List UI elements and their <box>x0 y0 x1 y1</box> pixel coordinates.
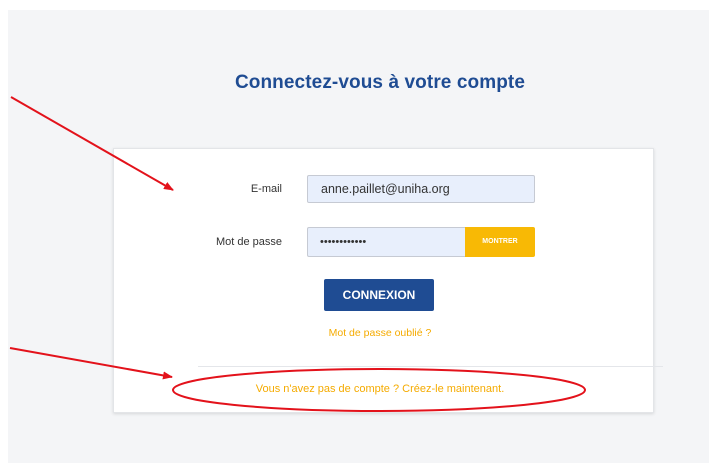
page-title: Connectez-vous à votre compte <box>234 72 526 93</box>
password-field[interactable] <box>307 227 465 257</box>
divider <box>198 366 663 367</box>
signup-link[interactable]: Vous n'avez pas de compte ? Créez-le mai… <box>175 383 585 395</box>
forgot-password-link[interactable]: Mot de passe oublié ? <box>260 327 500 339</box>
email-field[interactable] <box>307 175 535 203</box>
password-label: Mot de passe <box>215 236 282 248</box>
email-label: E-mail <box>250 183 282 195</box>
login-button[interactable]: CONNEXION <box>324 279 434 311</box>
show-password-button[interactable]: MONTRER <box>465 227 535 257</box>
